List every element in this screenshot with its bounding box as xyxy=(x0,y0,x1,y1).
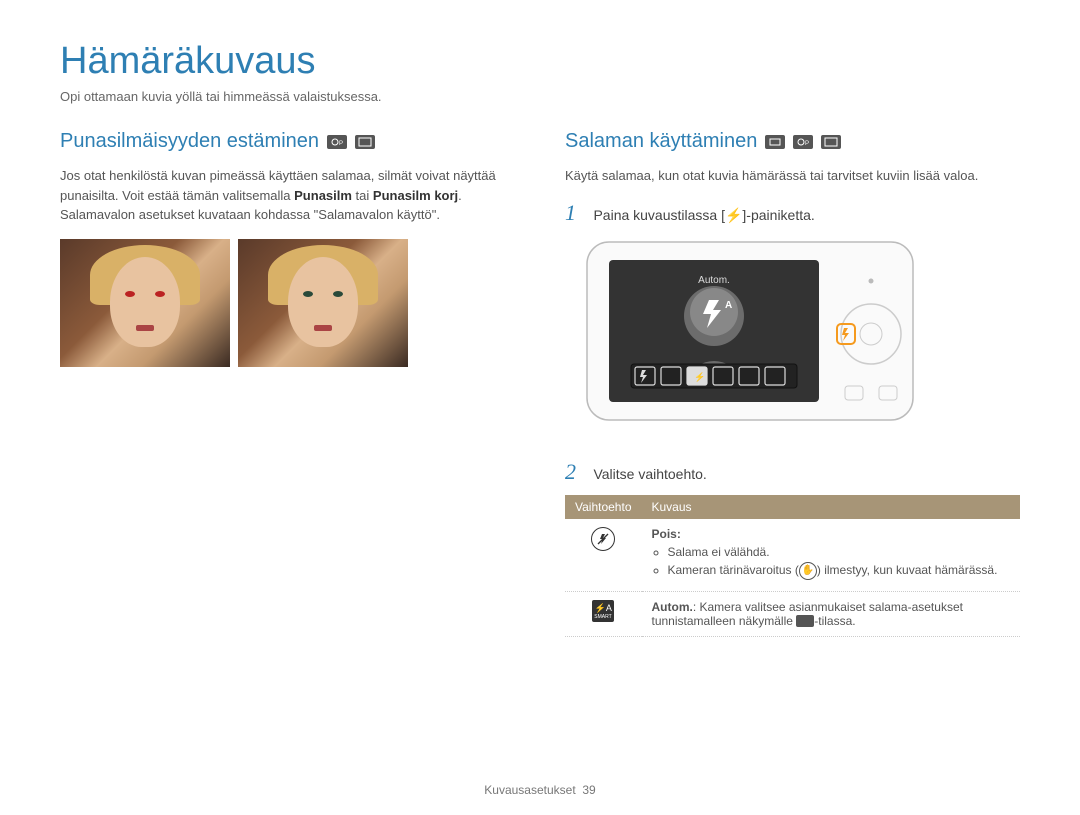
redeye-body: Jos otat henkilöstä kuvan pimeässä käytt… xyxy=(60,166,515,225)
page-footer: Kuvausasetukset 39 xyxy=(0,783,1080,797)
col-description: Kuvaus xyxy=(642,495,1021,519)
flash-intro: Käytä salamaa, kun otat kuvia hämärässä … xyxy=(565,166,1020,186)
flash-auto-smart-icon: ⚡A SMART xyxy=(592,600,614,622)
photo-redeye-after xyxy=(238,239,408,367)
redeye-heading-text: Punasilmäisyyden estäminen xyxy=(60,130,319,153)
eye-icon xyxy=(303,291,313,297)
svg-text:A: A xyxy=(725,300,732,311)
flash-off-icon xyxy=(591,527,615,551)
step-1: Paina kuvaustilassa [⚡]-painiketta. A xyxy=(565,200,1020,445)
left-column: Punasilmäisyyden estäminen P Jos otat he… xyxy=(60,130,515,651)
screen-label: Autom. xyxy=(698,275,730,286)
page-title: Hämäräkuvaus xyxy=(60,40,1020,83)
redeye-icon xyxy=(155,291,165,297)
redeye-icon xyxy=(125,291,135,297)
mode-icon-op: P xyxy=(793,135,813,149)
smart-mode-icon xyxy=(796,615,814,627)
camera-illustration: A Autom. ⚡ xyxy=(585,236,915,426)
example-photos xyxy=(60,239,515,367)
content-columns: Punasilmäisyyden estäminen P Jos otat he… xyxy=(60,130,1020,651)
footer-section: Kuvausasetukset xyxy=(484,783,575,797)
mode-icon-scene xyxy=(821,135,841,149)
flash-heading: Salaman käyttäminen P xyxy=(565,130,1020,153)
flash-heading-text: Salaman käyttäminen xyxy=(565,130,757,153)
photo-redeye-before xyxy=(60,239,230,367)
flash-options-table: Vaihtoehto Kuvaus xyxy=(565,495,1020,637)
page-subtitle: Opi ottamaan kuvia yöllä tai himmeässä v… xyxy=(60,89,1020,104)
right-column: Salaman käyttäminen P Käytä salamaa, kun… xyxy=(565,130,1020,651)
redeye-heading: Punasilmäisyyden estäminen P xyxy=(60,130,515,153)
step-1-text: Paina kuvaustilassa [⚡]-painiketta. xyxy=(593,207,814,223)
camera-shake-icon: ✋ xyxy=(799,562,817,580)
mode-icon-op: P xyxy=(327,135,347,149)
svg-text:P: P xyxy=(339,141,343,147)
footer-page-number: 39 xyxy=(582,783,595,797)
eye-icon xyxy=(333,291,343,297)
manual-page: Hämäräkuvaus Opi ottamaan kuvia yöllä ta… xyxy=(0,0,1080,815)
table-row: Pois: Salama ei välähdä. Kameran tärinäv… xyxy=(565,519,1020,592)
mode-icon-smart xyxy=(765,135,785,149)
col-option: Vaihtoehto xyxy=(565,495,642,519)
steps-list: Paina kuvaustilassa [⚡]-painiketta. A xyxy=(565,200,1020,637)
flash-icon: ⚡ xyxy=(725,207,742,224)
flash-auto-icon: ⚡ xyxy=(694,371,705,383)
svg-text:P: P xyxy=(805,141,809,147)
step-2: Valitse vaihtoehto. Vaihtoehto Kuvaus xyxy=(565,459,1020,637)
led-indicator-icon xyxy=(869,278,874,283)
svg-text:SMART: SMART xyxy=(595,614,612,619)
mode-icon-scene xyxy=(355,135,375,149)
table-row: ⚡A SMART Autom.: Kamera valitsee asianmu… xyxy=(565,591,1020,636)
step-2-text: Valitse vaihtoehto. xyxy=(593,466,706,482)
